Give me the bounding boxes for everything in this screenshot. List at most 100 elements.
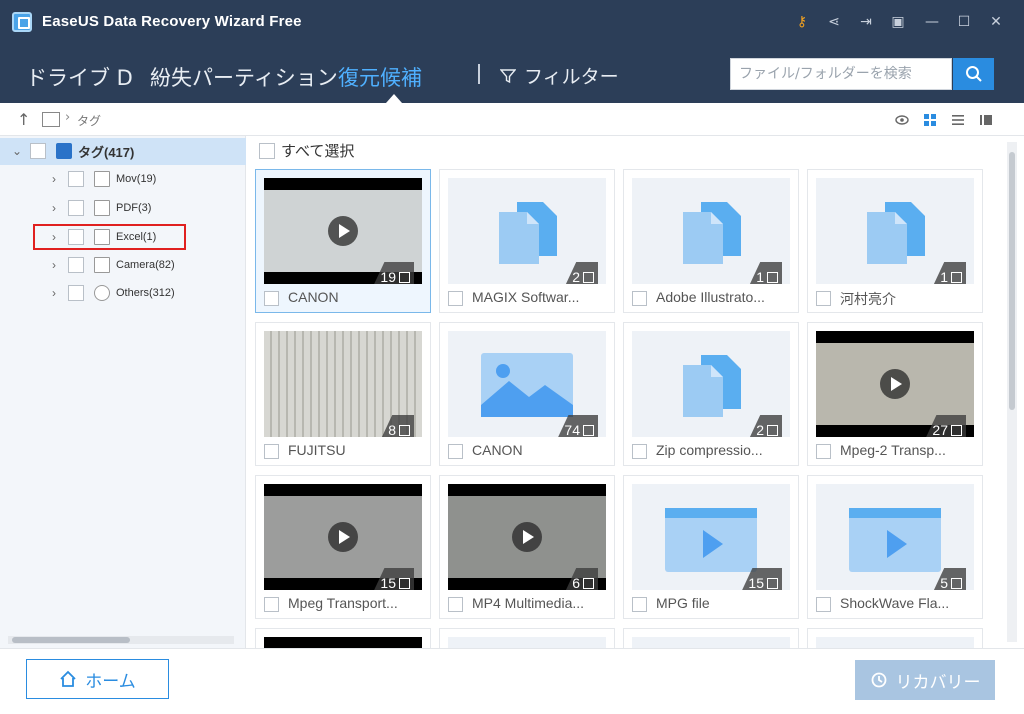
recover-label: リカバリー [895,672,981,693]
card-checkbox[interactable] [816,597,831,612]
play-icon[interactable] [328,522,358,552]
card-checkbox[interactable] [448,597,463,612]
tree-item-checkbox[interactable] [68,285,84,301]
card-label: CANON [288,289,339,305]
nav-divider [478,64,480,84]
tree-item-label: Mov(19) [116,173,157,185]
image-type-icon [583,425,594,436]
up-arrow-icon[interactable]: ↑ [17,110,30,129]
card-checkbox[interactable] [264,444,279,459]
home-button[interactable]: ホーム [26,659,169,699]
file-card[interactable]: 1 河村亮介 [807,169,983,313]
card-thumbnail[interactable]: 5 [816,484,974,590]
chevron-right-icon[interactable]: › [52,259,62,271]
file-card[interactable]: 8 FUJITSU [255,322,431,466]
maximize-icon[interactable]: ☐ [954,12,974,32]
card-checkbox[interactable] [632,444,647,459]
filter-button[interactable]: フィルター [500,62,619,89]
card-thumbnail[interactable]: 27 [816,331,974,437]
grid-view-icon[interactable] [922,112,938,128]
file-card[interactable] [807,628,983,649]
card-thumbnail[interactable]: 1 [816,178,974,284]
home-label: ホーム [85,671,136,692]
list-view-icon[interactable] [950,112,966,128]
card-thumbnail[interactable]: 6 [448,484,606,590]
file-card[interactable]: 74 CANON [439,322,615,466]
image-icon [481,353,573,417]
tree-item-camera[interactable]: › Camera(82) [52,254,175,276]
select-all-checkbox[interactable] [259,142,275,159]
tree-item-checkbox[interactable] [68,171,84,187]
file-card[interactable]: 6 MP4 Multimedia... [439,475,615,619]
card-checkbox[interactable] [816,291,831,306]
card-thumbnail[interactable]: 2 [632,331,790,437]
chevron-right-icon[interactable]: › [52,287,62,299]
card-thumbnail[interactable]: 15 [632,484,790,590]
search-input[interactable]: ファイル/フォルダーを検索 [730,58,952,90]
video-type-icon [767,578,778,589]
sidebar-scroll-thumb[interactable] [12,637,130,643]
tab-lost-partition[interactable]: 紛失パーティション [150,62,338,92]
play-icon[interactable] [880,369,910,399]
play-icon[interactable] [328,216,358,246]
card-thumbnail[interactable]: 19 [264,178,422,284]
select-all[interactable]: すべて選択 [259,140,354,161]
play-icon[interactable] [512,522,542,552]
file-card[interactable]: 19 CANON [255,169,431,313]
file-card[interactable]: 2 Zip compressio... [623,322,799,466]
signin-icon[interactable]: ⇥ [856,12,876,32]
video-type-icon [583,578,594,589]
search-button[interactable] [953,58,994,90]
tree-item-checkbox[interactable] [68,257,84,273]
file-card[interactable] [623,628,799,649]
preview-icon[interactable] [894,112,910,128]
card-checkbox[interactable] [632,291,647,306]
tree-item-checkbox[interactable] [68,200,84,216]
tree-item-others[interactable]: › Others(312) [52,282,175,304]
file-card[interactable]: 5 ShockWave Fla... [807,475,983,619]
card-thumbnail[interactable]: 8 [264,331,422,437]
minimize-icon[interactable]: — [922,12,942,32]
image-icon [94,257,110,273]
card-checkbox[interactable] [448,444,463,459]
breadcrumb[interactable]: タグ [77,112,101,129]
content-scroll-thumb[interactable] [1009,152,1015,410]
detail-view-icon[interactable] [978,112,994,128]
menu-icon[interactable]: ▣ [888,12,908,32]
tree-item-mov[interactable]: › Mov(19) [52,168,156,190]
card-thumbnail[interactable]: 74 [448,331,606,437]
card-thumbnail[interactable]: 1 [632,178,790,284]
card-checkbox[interactable] [632,597,647,612]
card-thumbnail[interactable]: 15 [264,484,422,590]
chevron-right-icon[interactable]: › [52,202,62,214]
tab-drive-d[interactable]: ドライブ D [26,62,133,92]
file-card[interactable]: 15 Mpeg Transport... [255,475,431,619]
card-checkbox[interactable] [448,291,463,306]
select-all-label: すべて選択 [281,142,355,160]
tree-root-checkbox[interactable] [30,143,46,159]
file-card[interactable] [255,628,431,649]
tree-root-row[interactable]: ⌄ タグ(417) [12,140,134,162]
chevron-right-icon[interactable]: › [52,173,62,185]
share-icon[interactable]: ⋖ [824,12,844,32]
key-icon[interactable]: ⚷ [792,12,812,32]
tab-recovery-candidates[interactable]: 復元候補 [338,62,422,92]
card-thumbnail[interactable]: 2 [448,178,606,284]
card-label: Adobe Illustrato... [656,289,765,305]
file-card[interactable]: 1 Adobe Illustrato... [623,169,799,313]
card-checkbox[interactable] [264,291,279,306]
tree-item-pdf[interactable]: › PDF(3) [52,197,151,219]
close-icon[interactable]: ✕ [986,12,1006,32]
annotation-highlight-box [33,224,186,250]
card-checkbox[interactable] [816,444,831,459]
file-card[interactable]: 27 Mpeg-2 Transp... [807,322,983,466]
file-card[interactable]: 2 MAGIX Softwar... [439,169,615,313]
file-count-badge: 2 [562,262,598,284]
file-card[interactable]: 15 MPG file [623,475,799,619]
chevron-down-icon[interactable]: ⌄ [12,145,22,157]
card-checkbox[interactable] [264,597,279,612]
file-card[interactable] [439,628,615,649]
recover-button[interactable]: リカバリー [855,660,995,700]
document-icon [683,202,741,264]
card-label: CANON [472,442,523,458]
